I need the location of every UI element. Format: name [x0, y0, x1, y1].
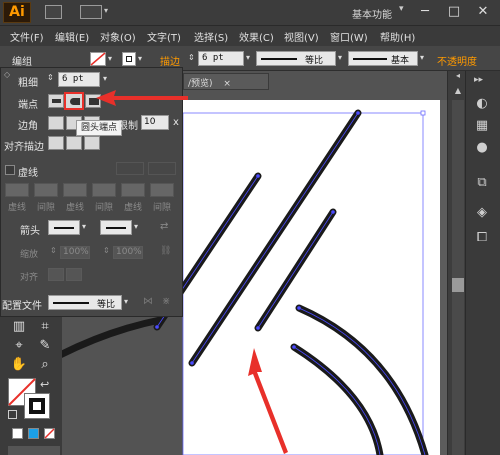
dash-2-field[interactable] — [63, 183, 87, 197]
dashed-line-label: 虚线 — [18, 168, 38, 179]
color-mode-icon[interactable] — [12, 428, 23, 439]
stroke-arc-3 — [56, 316, 164, 359]
dash-label: 虚线 — [124, 203, 143, 213]
transform-panel-icon[interactable]: ⧉ — [473, 175, 491, 191]
none-mode-icon[interactable] — [44, 428, 55, 439]
dash-label: 虚线 — [8, 203, 27, 213]
scrollbar-thumb[interactable] — [452, 278, 464, 292]
scale-end-stepper-icon[interactable]: ⇕ — [103, 246, 110, 255]
align-arrow-label: 对齐 — [20, 273, 39, 283]
slice-tool-icon[interactable]: ⌗ — [36, 318, 54, 336]
panel-menu-icon[interactable]: ◂ — [452, 71, 464, 83]
gap-label: 间隙 — [95, 203, 114, 213]
swap-arrowheads-icon[interactable]: ⇄ — [160, 221, 168, 232]
start-arrowhead-dropdown-icon[interactable]: ▾ — [82, 222, 86, 231]
round-cap-button[interactable] — [64, 92, 84, 110]
butt-cap-button[interactable] — [48, 94, 64, 108]
zoom-tool-icon[interactable]: ⌕ — [36, 356, 54, 374]
layers-panel-icon[interactable]: ◈ — [473, 205, 491, 221]
corner-label: 边角 — [18, 121, 38, 132]
collapse-panels-icon[interactable]: ▸▸ — [474, 75, 483, 85]
limit-field[interactable]: 10 — [141, 115, 169, 130]
artboards-panel-icon[interactable]: ⧠ — [473, 230, 491, 246]
arrow-tip-at-end-button[interactable] — [66, 268, 82, 281]
dash-3-field[interactable] — [121, 183, 145, 197]
start-arrowhead-select[interactable] — [48, 220, 80, 235]
gap-label: 间隙 — [37, 203, 56, 213]
weight-dropdown-icon[interactable]: ▾ — [103, 74, 107, 83]
gap-2-field[interactable] — [92, 183, 116, 197]
weight-stepper-icon[interactable]: ⇕ — [47, 73, 54, 82]
artboard-tool-icon[interactable]: ⌖ — [10, 337, 28, 355]
align-dash-button[interactable] — [148, 162, 176, 175]
profile-label: 配置文件 — [2, 301, 42, 312]
annotation-arrow-up — [248, 348, 288, 454]
bounding-box-handle — [420, 110, 426, 116]
scale-end-field[interactable]: 100% — [113, 246, 143, 259]
cap-label: 端点 — [18, 100, 38, 111]
selection-bounding-box — [182, 112, 424, 455]
dash-1-field[interactable] — [5, 183, 29, 197]
eyedropper-tool-icon[interactable]: ✎ — [36, 337, 54, 355]
gradient-mode-icon[interactable] — [28, 428, 39, 439]
default-colors-icon[interactable] — [8, 410, 17, 419]
dash-label: 虚线 — [66, 203, 85, 213]
arrow-tip-beyond-button[interactable] — [48, 268, 64, 281]
drawing-modes-icon[interactable] — [8, 446, 60, 455]
end-arrowhead-select[interactable] — [100, 220, 132, 235]
panel-grip-icon[interactable]: ◇ — [4, 70, 10, 79]
tooltip: 圆头端点 — [76, 120, 122, 136]
flip-along-icon[interactable]: ⋈ — [143, 296, 153, 307]
align-inside-button[interactable] — [66, 136, 82, 150]
stroke-color-box[interactable] — [24, 393, 50, 419]
align-center-button[interactable] — [48, 136, 64, 150]
limit-label: 限制 — [118, 121, 138, 132]
preserve-dash-button[interactable] — [116, 162, 144, 175]
miter-join-button[interactable] — [48, 116, 64, 130]
gap-1-field[interactable] — [34, 183, 58, 197]
gap-3-field[interactable] — [150, 183, 174, 197]
arrowhead-label: 箭头 — [20, 226, 40, 237]
dashed-line-checkbox[interactable] — [5, 165, 15, 175]
color-panel-icon[interactable]: ◐ — [473, 96, 491, 112]
stroke-arc-1 — [295, 304, 429, 455]
link-scale-icon[interactable]: ⛓ — [160, 246, 171, 256]
weight-label: 粗细 — [18, 78, 38, 89]
appearance-panel-icon[interactable]: ● — [473, 140, 491, 156]
hand-tool-icon[interactable]: ✋ — [10, 356, 28, 374]
swatches-panel-icon[interactable]: ▦ — [473, 118, 491, 134]
profile-dropdown-icon[interactable]: ▾ — [124, 297, 128, 306]
graph-tool-icon[interactable]: ▥ — [10, 318, 28, 336]
weight-field[interactable]: 6 pt — [58, 72, 100, 87]
profile-select[interactable]: 等比 — [48, 295, 122, 310]
end-arrowhead-dropdown-icon[interactable]: ▾ — [134, 222, 138, 231]
scale-start-stepper-icon[interactable]: ⇕ — [50, 246, 57, 255]
limit-unit: x — [173, 117, 179, 128]
align-outside-button[interactable] — [84, 136, 100, 150]
swap-colors-icon[interactable]: ↩ — [40, 378, 49, 391]
gap-label: 间隙 — [153, 203, 172, 213]
flip-across-icon[interactable]: ⋇ — [162, 296, 170, 307]
stroke-arc-2 — [290, 343, 384, 455]
scale-start-field[interactable]: 100% — [60, 246, 90, 259]
align-stroke-label: 对齐描边 — [4, 142, 44, 153]
scroll-up-icon[interactable]: ▲ — [452, 86, 464, 98]
annotation-arrow-left — [96, 90, 188, 106]
scale-label: 缩放 — [20, 250, 39, 260]
